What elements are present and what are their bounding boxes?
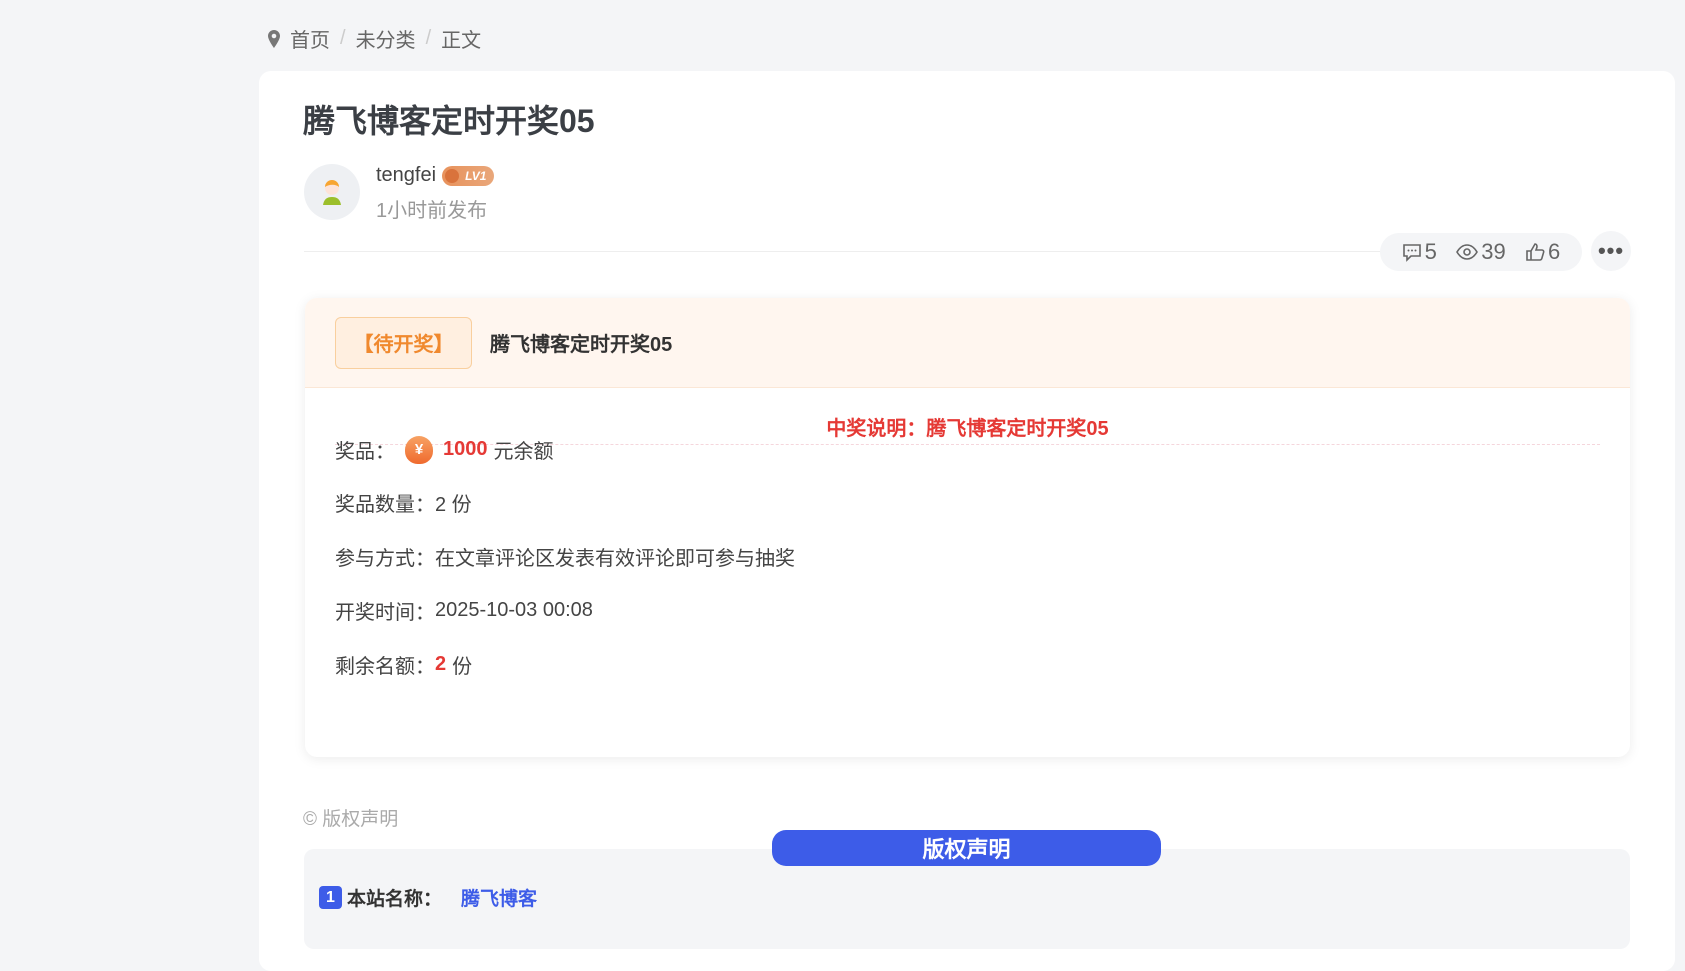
- method-row: 参与方式： 在文章评论区发表有效评论即可参与抽奖: [335, 542, 795, 571]
- avatar[interactable]: [304, 164, 360, 220]
- publish-time: 1小时前发布: [376, 194, 487, 223]
- site-name-link[interactable]: 腾飞博客: [461, 884, 537, 911]
- divider: [304, 251, 1404, 252]
- method-label: 参与方式：: [335, 542, 435, 571]
- author-info: tengfei LV1: [376, 164, 494, 187]
- prize-unit: 元余额: [494, 435, 554, 464]
- breadcrumb-home[interactable]: 首页: [290, 24, 330, 53]
- prize-row: 奖品： ¥ 1000 元余额: [335, 435, 554, 464]
- breadcrumb-category[interactable]: 未分类: [356, 24, 416, 53]
- user-avatar-icon: [320, 178, 344, 206]
- comment-icon: [1402, 242, 1422, 262]
- breadcrumb: 首页 / 未分类 / 正文: [268, 24, 481, 53]
- like-count[interactable]: 6: [1525, 239, 1560, 265]
- eye-icon: [1456, 244, 1478, 260]
- level-badge: LV1: [442, 166, 494, 186]
- breadcrumb-separator: /: [426, 27, 432, 50]
- copyright-banner: 版权声明: [772, 830, 1161, 866]
- post-stats: 5 39 6: [1380, 233, 1582, 271]
- author-name[interactable]: tengfei: [376, 164, 436, 187]
- status-badge: 【待开奖】: [335, 317, 472, 369]
- draw-time-label: 开奖时间：: [335, 596, 435, 625]
- prize-label: 奖品：: [335, 435, 395, 464]
- quantity-row: 奖品数量： 2 份: [335, 488, 472, 517]
- lottery-title: 腾飞博客定时开奖05: [490, 328, 672, 357]
- remaining-row: 剩余名额： 2 份: [335, 650, 472, 679]
- lottery-box: 【待开奖】 腾飞博客定时开奖05 中奖说明：腾飞博客定时开奖05 奖品： ¥ 1…: [305, 298, 1630, 757]
- page-title: 腾飞博客定时开奖05: [303, 96, 595, 142]
- money-bag-icon: ¥: [405, 436, 433, 464]
- remaining-value: 2: [435, 653, 446, 676]
- ellipsis-icon: •••: [1598, 238, 1624, 264]
- more-options-button[interactable]: •••: [1591, 231, 1631, 271]
- breadcrumb-current: 正文: [441, 24, 481, 53]
- view-count: 39: [1456, 239, 1505, 265]
- comment-count[interactable]: 5: [1402, 239, 1437, 265]
- quantity-value: 2 份: [435, 488, 472, 517]
- thumbs-up-icon: [1525, 242, 1545, 262]
- item-number: 1: [319, 886, 342, 909]
- breadcrumb-separator: /: [340, 27, 346, 50]
- level-gem-icon: [445, 169, 459, 183]
- draw-time-value: 2025-10-03 00:08: [435, 599, 593, 622]
- quantity-label: 奖品数量：: [335, 488, 435, 517]
- prize-amount: 1000: [443, 438, 488, 461]
- lottery-header: 【待开奖】 腾飞博客定时开奖05: [305, 298, 1630, 388]
- site-label: 本站名称：: [347, 884, 442, 911]
- copyright-heading: © 版权声明: [303, 804, 398, 831]
- remaining-unit: 份: [452, 650, 472, 679]
- remaining-label: 剩余名额：: [335, 650, 435, 679]
- location-pin-icon: [268, 30, 280, 48]
- draw-time-row: 开奖时间： 2025-10-03 00:08: [335, 596, 593, 625]
- method-value: 在文章评论区发表有效评论即可参与抽奖: [435, 542, 795, 571]
- copyright-item: 1 本站名称： 腾飞博客: [319, 884, 537, 911]
- level-text: LV1: [465, 169, 486, 183]
